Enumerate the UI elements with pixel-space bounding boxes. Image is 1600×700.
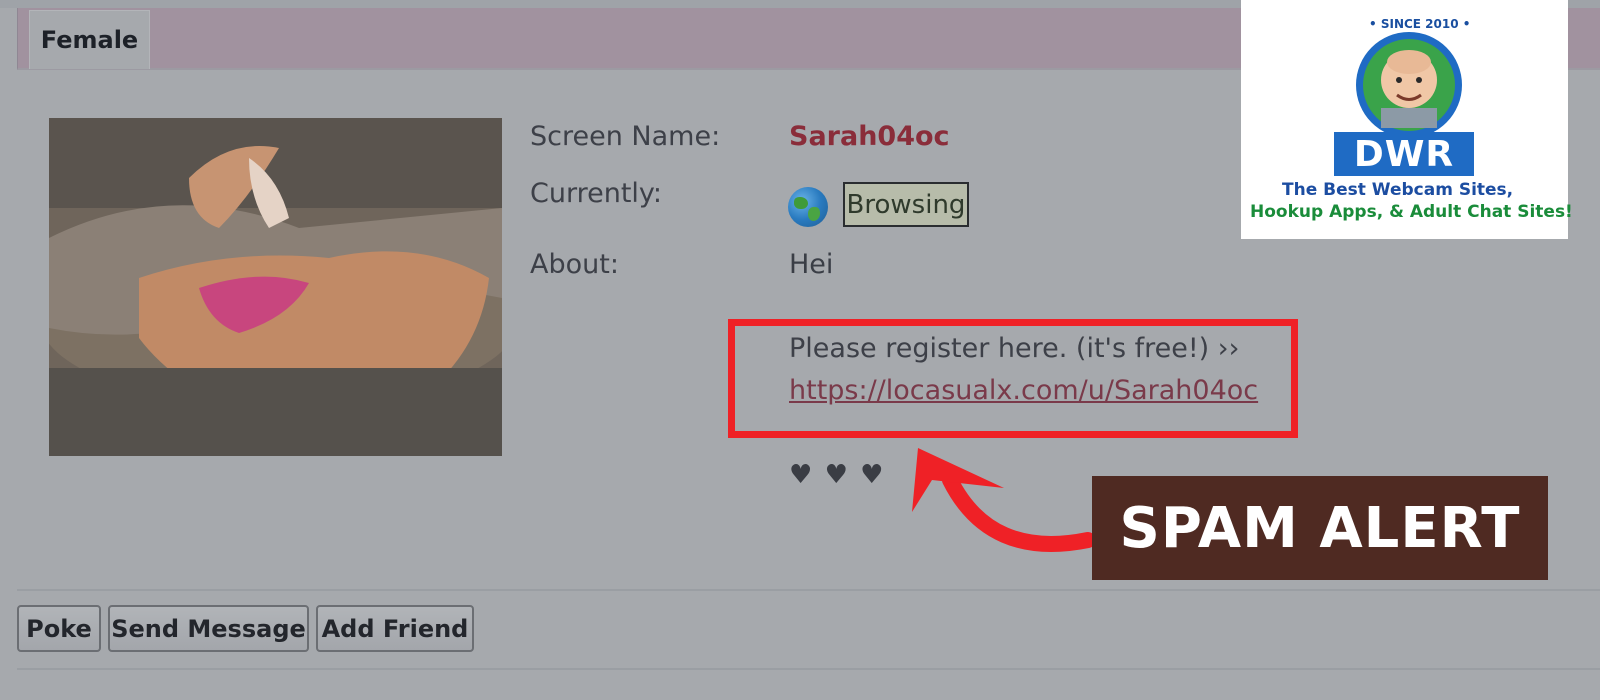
- spam-alert-banner: SPAM ALERT: [1092, 476, 1548, 580]
- logo-since: • SINCE 2010 •: [1369, 17, 1471, 31]
- divider: [17, 589, 1600, 591]
- poke-button[interactable]: Poke: [17, 605, 101, 652]
- logo-tagline-2: Hookup Apps, & Adult Chat Sites!: [1250, 202, 1573, 222]
- divider: [17, 668, 1600, 670]
- send-message-button[interactable]: Send Message: [108, 605, 309, 652]
- logo-brand: DWR: [1334, 132, 1474, 176]
- logo-tagline-1: The Best Webcam Sites,: [1282, 180, 1514, 200]
- add-friend-button[interactable]: Add Friend: [316, 605, 474, 652]
